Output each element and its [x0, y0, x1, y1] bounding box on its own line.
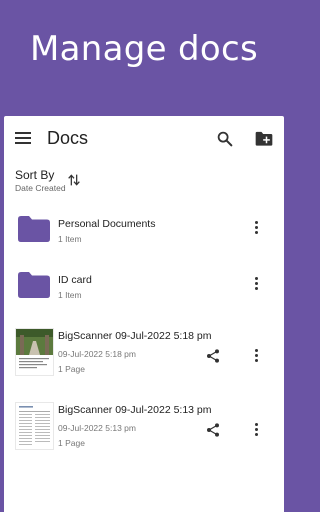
item-title: ID card — [58, 274, 92, 286]
more-vert-icon[interactable] — [251, 349, 261, 365]
folder-icon — [18, 216, 50, 242]
item-title: BigScanner 09-Jul-2022 5:18 pm — [58, 330, 212, 342]
sort-control[interactable]: Sort By Date Created — [15, 168, 66, 193]
sort-label: Sort By — [15, 168, 55, 182]
folder-icon — [18, 272, 50, 298]
menu-icon[interactable] — [15, 132, 31, 146]
list-item[interactable]: Personal Documents 1 Item — [4, 208, 284, 254]
promo-banner: Manage docs — [0, 0, 288, 116]
more-vert-icon[interactable] — [251, 423, 261, 439]
list-item[interactable]: BigScanner 09-Jul-2022 5:18 pm 09-Jul-20… — [4, 322, 284, 382]
more-vert-icon[interactable] — [251, 221, 261, 237]
page-title: Docs — [47, 128, 89, 148]
more-vert-icon[interactable] — [251, 277, 261, 293]
search-icon[interactable] — [216, 130, 234, 148]
swap-vertical-icon[interactable] — [66, 172, 82, 188]
document-thumbnail — [15, 402, 54, 450]
list-item[interactable]: BigScanner 09-Jul-2022 5:13 pm 09-Jul-20… — [4, 396, 284, 456]
item-title: Personal Documents — [58, 218, 156, 230]
create-new-folder-icon[interactable] — [254, 129, 274, 149]
item-count: 1 Item — [58, 290, 82, 300]
item-date: 09-Jul-2022 5:13 pm — [58, 423, 136, 433]
share-icon[interactable] — [205, 348, 221, 364]
sort-value: Date Created — [15, 183, 66, 193]
document-thumbnail — [15, 328, 54, 376]
list-item[interactable]: ID card 1 Item — [4, 264, 284, 310]
banner-title: Manage docs — [30, 29, 258, 69]
item-pages: 1 Page — [58, 364, 85, 374]
app-bar: Docs — [4, 116, 284, 162]
item-title: BigScanner 09-Jul-2022 5:13 pm — [58, 404, 212, 416]
share-icon[interactable] — [205, 422, 221, 438]
app-screen: Docs Sort By Date Created Personal Docum… — [4, 116, 284, 512]
item-count: 1 Item — [58, 234, 82, 244]
item-pages: 1 Page — [58, 438, 85, 448]
item-date: 09-Jul-2022 5:18 pm — [58, 349, 136, 359]
